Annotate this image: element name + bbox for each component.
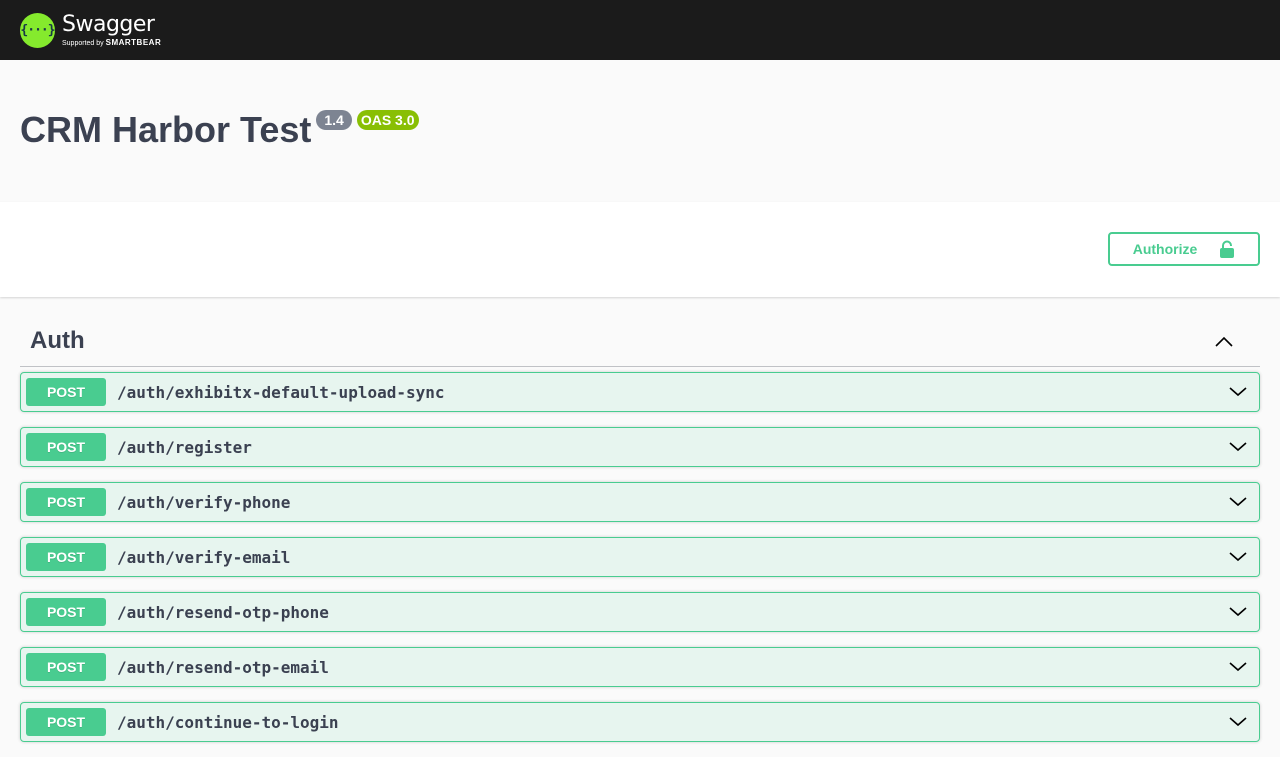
chevron-down-icon[interactable]: [1229, 548, 1247, 566]
operation-path: /auth/exhibitx-default-upload-sync: [117, 382, 445, 402]
operation-path: /auth/verify-email: [117, 547, 291, 567]
operation-path: /auth/register: [117, 437, 252, 457]
logo-text: Swagger Supported by SMARTBEAR: [62, 11, 162, 47]
swagger-logo[interactable]: {···} Swagger Supported by SMARTBEAR: [20, 10, 161, 50]
operation-path: /auth/resend-otp-phone: [117, 602, 329, 622]
method-badge: POST: [26, 433, 106, 461]
tag-section-auth: Auth POST /auth/exhibitx-default-upload-…: [20, 316, 1260, 757]
logo-sub-brand: SMARTBEAR: [105, 37, 162, 47]
method-badge: POST: [26, 378, 106, 406]
logo-sub-prefix: Supported by: [62, 39, 104, 47]
topbar: {···} Swagger Supported by SMARTBEAR: [0, 0, 1280, 60]
chevron-down-icon[interactable]: [1229, 658, 1247, 676]
chevron-up-icon[interactable]: [1214, 332, 1234, 352]
opblock-post[interactable]: POST /auth/verify-phone: [20, 482, 1260, 522]
tag-header[interactable]: Auth: [20, 316, 1260, 367]
authorize-label: Authorize: [1132, 241, 1198, 257]
opblock-post[interactable]: POST /auth/exhibitx-default-upload-sync: [20, 372, 1260, 412]
opblock-post[interactable]: POST /auth/continue-to-login: [20, 702, 1260, 742]
chevron-down-icon[interactable]: [1229, 438, 1247, 456]
operation-path: /auth/verify-phone: [117, 492, 291, 512]
opblock-post[interactable]: POST /auth/register: [20, 427, 1260, 467]
method-badge: POST: [26, 488, 106, 516]
logo-name: Swagger: [62, 11, 155, 37]
version-badge: 1.4: [316, 110, 352, 130]
opblock-post[interactable]: POST /auth/verify-email: [20, 537, 1260, 577]
method-badge: POST: [26, 653, 106, 681]
operation-path: /auth/continue-to-login: [117, 712, 339, 732]
info-section: CRM Harbor Test 1.4 OAS 3.0: [0, 60, 1280, 202]
method-badge: POST: [26, 598, 106, 626]
scheme-container: Authorize: [0, 202, 1280, 297]
operations-list: POST /auth/exhibitx-default-upload-sync …: [20, 372, 1260, 742]
chevron-down-icon[interactable]: [1229, 493, 1247, 511]
method-badge: POST: [26, 708, 106, 736]
opblock-post[interactable]: POST /auth/resend-otp-phone: [20, 592, 1260, 632]
page-title: CRM Harbor Test: [20, 109, 312, 150]
logo-subtitle: Supported by SMARTBEAR: [62, 37, 162, 47]
lock-icon: [1219, 240, 1235, 258]
authorize-button[interactable]: Authorize: [1108, 232, 1260, 266]
oas-badge: OAS 3.0: [356, 110, 419, 130]
title-wrap: CRM Harbor Test 1.4 OAS 3.0: [20, 108, 419, 152]
chevron-down-icon[interactable]: [1229, 603, 1247, 621]
method-badge: POST: [26, 543, 106, 571]
swagger-logo-icon: {···}: [20, 12, 56, 48]
chevron-down-icon[interactable]: [1229, 713, 1247, 731]
chevron-down-icon[interactable]: [1229, 383, 1247, 401]
operation-path: /auth/resend-otp-email: [117, 657, 329, 677]
opblock-post[interactable]: POST /auth/resend-otp-email: [20, 647, 1260, 687]
tag-title: Auth: [30, 327, 85, 354]
